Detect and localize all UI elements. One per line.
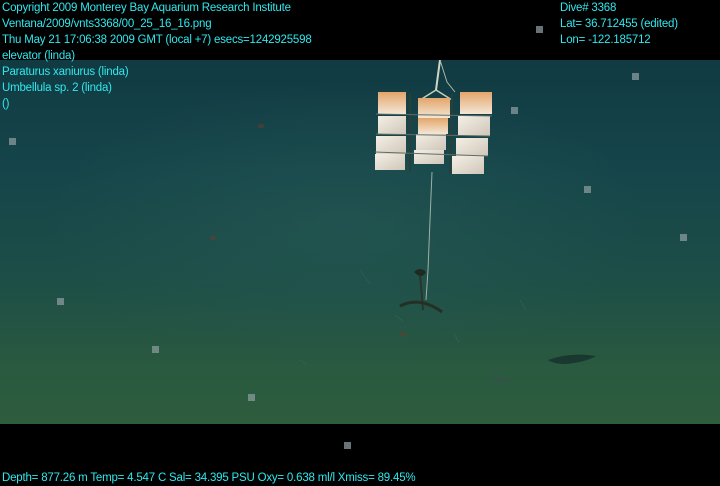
annotation-top-right: Dive# 3368 Lat= 36.712455 (edited) Lon= … xyxy=(560,0,678,48)
marine-snow-speck xyxy=(248,394,255,401)
marine-snow-speck xyxy=(152,346,159,353)
image-path-line: Ventana/2009/vnts3368/00_25_16_16.png xyxy=(2,18,212,30)
annotation-paraturus: Paraturus xaniurus (linda) xyxy=(2,66,129,78)
umbellula-sea-pen xyxy=(399,269,443,314)
marine-snow-speck xyxy=(344,442,351,449)
marine-snow-speck xyxy=(536,26,543,33)
elevator-float-array xyxy=(374,92,493,175)
scene-illustration xyxy=(299,59,596,383)
elevator-cable xyxy=(419,59,456,101)
fish-silhouette xyxy=(548,354,596,364)
annotation-empty: () xyxy=(2,98,10,110)
marine-snow-speck xyxy=(584,186,591,193)
sensor-readout: Depth= 877.26 m Temp= 4.547 C Sal= 34.39… xyxy=(2,472,416,484)
marine-snow-speck xyxy=(9,138,16,145)
drifting-particle xyxy=(400,332,406,336)
annotation-top-left: Copyright 2009 Monterey Bay Aquarium Res… xyxy=(2,0,312,112)
marine-snow-speck xyxy=(57,298,64,305)
underwater-scene xyxy=(0,59,720,424)
drifting-particle xyxy=(258,124,264,128)
marine-snow-streaks xyxy=(299,269,527,365)
sediment-object xyxy=(490,376,512,383)
video-frame: Copyright 2009 Monterey Bay Aquarium Res… xyxy=(0,0,720,486)
drifting-particle xyxy=(210,236,216,240)
timestamp-line: Thu May 21 17:06:38 2009 GMT (local +7) … xyxy=(2,34,312,46)
marine-snow-speck xyxy=(511,107,518,114)
copyright-line: Copyright 2009 Monterey Bay Aquarium Res… xyxy=(2,2,291,14)
longitude: Lon= -122.185712 xyxy=(560,34,651,46)
dive-number: Dive# 3368 xyxy=(560,2,617,14)
latitude: Lat= 36.712455 (edited) xyxy=(560,18,678,30)
tether-line xyxy=(425,171,433,301)
annotation-elevator: elevator (linda) xyxy=(2,50,75,62)
annotation-umbellula: Umbellula sp. 2 (linda) xyxy=(2,82,112,94)
marine-snow-speck xyxy=(680,234,687,241)
marine-snow-speck xyxy=(632,73,639,80)
